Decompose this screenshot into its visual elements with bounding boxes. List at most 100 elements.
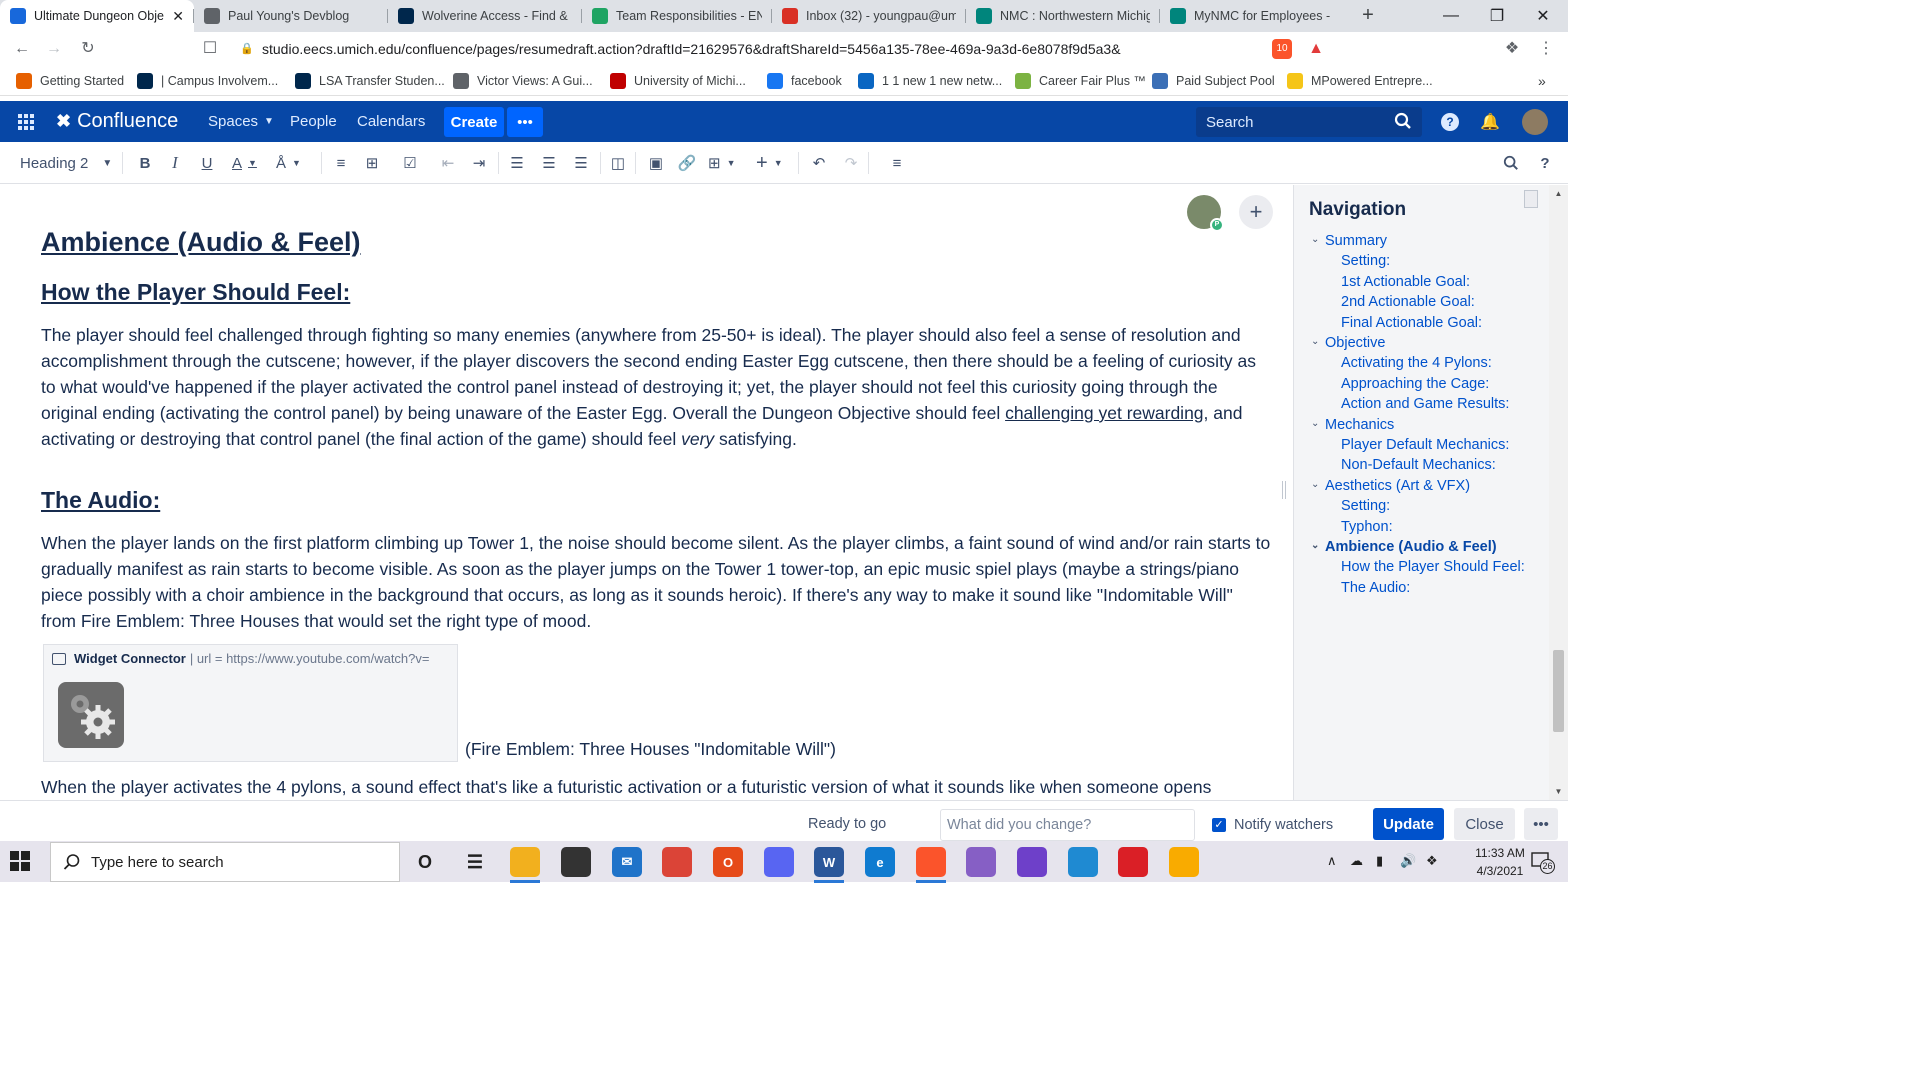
github-icon[interactable] — [1017, 847, 1047, 877]
change-comment-input[interactable]: What did you change? — [940, 809, 1195, 841]
scroll-thumb[interactable] — [1553, 650, 1564, 732]
bookmark-item[interactable]: Victor Views: A Gui... — [453, 72, 593, 90]
nav-link[interactable]: Action and Game Results: — [1341, 396, 1509, 412]
task-view-icon[interactable]: ☰ — [460, 847, 490, 877]
bookmark-item[interactable]: University of Michi... — [610, 72, 746, 90]
bookmark-item[interactable]: LSA Transfer Studen... — [295, 72, 445, 90]
nav-link[interactable]: ⌄ Summary — [1311, 233, 1387, 249]
nav-link[interactable]: Non-Default Mechanics: — [1341, 457, 1496, 473]
notify-watchers-checkbox[interactable]: ✓ Notify watchers — [1212, 815, 1333, 835]
minimize-button[interactable]: — — [1428, 0, 1474, 32]
task-list-icon[interactable]: ☑ — [399, 151, 421, 175]
find-replace-icon[interactable] — [1500, 151, 1522, 175]
word-icon[interactable]: W — [814, 847, 844, 883]
help-icon[interactable]: ? — [1441, 101, 1459, 142]
dropbox-icon[interactable]: ❖ — [1426, 853, 1438, 869]
bookmark-item[interactable]: | Campus Involvem... — [137, 72, 278, 90]
chrome-icon[interactable] — [662, 847, 692, 877]
cortana-icon[interactable]: O — [410, 847, 440, 877]
extensions-icon[interactable]: ❖ — [1502, 39, 1522, 59]
outdent-icon[interactable]: ⇤ — [437, 151, 459, 175]
browser-tab[interactable]: Wolverine Access - Find & Fa — [388, 0, 582, 32]
close-tab-icon[interactable]: ✕ — [172, 8, 184, 25]
url-field[interactable]: 🔒 studio.eecs.umich.edu/confluence/pages… — [240, 37, 1260, 61]
office-icon[interactable]: O — [713, 847, 743, 877]
insert-image-icon[interactable]: ▣ — [645, 151, 667, 175]
bold-button[interactable]: B — [134, 151, 156, 175]
more-formatting-button[interactable]: Å ▼ — [276, 151, 301, 175]
bookmark-item[interactable]: Career Fair Plus ™ — [1015, 72, 1146, 90]
file-explorer-icon[interactable] — [510, 847, 540, 883]
align-left-icon[interactable]: ☰ — [506, 151, 528, 175]
chevron-down-icon[interactable]: ⌄ — [1311, 540, 1319, 551]
brave-icon[interactable] — [916, 847, 946, 883]
bookmark-item[interactable]: Getting Started — [16, 72, 124, 90]
close-button[interactable]: Close — [1454, 808, 1515, 840]
reload-button[interactable]: ↻ — [76, 38, 100, 60]
mail-icon[interactable]: ✉ — [612, 847, 642, 877]
navigation-panel-handle[interactable] — [1524, 190, 1538, 208]
browser-tab[interactable]: Paul Young's Devblog — [194, 0, 388, 32]
create-more-button[interactable]: ••• — [507, 107, 543, 137]
store-icon[interactable] — [561, 847, 591, 877]
window-close-button[interactable]: ✕ — [1520, 0, 1566, 32]
nav-link[interactable]: ⌄ Ambience (Audio & Feel) — [1311, 539, 1497, 555]
app-switcher-icon[interactable] — [18, 101, 40, 142]
chevron-down-icon[interactable]: ⌄ — [1311, 336, 1319, 347]
nav-link[interactable]: 2nd Actionable Goal: — [1341, 294, 1475, 310]
collaborator-avatar[interactable]: P — [1187, 195, 1224, 232]
numbered-list-icon[interactable]: ⊞ — [361, 151, 383, 175]
nav-link[interactable]: Setting: — [1341, 253, 1390, 269]
undo-icon[interactable]: ↶ — [808, 151, 830, 175]
page-layout-icon[interactable]: ◫ — [607, 151, 629, 175]
user-avatar[interactable] — [1522, 101, 1548, 142]
volume-icon[interactable]: 🔊 — [1400, 853, 1416, 869]
nav-link[interactable]: Approaching the Cage: — [1341, 376, 1489, 392]
nav-link[interactable]: ⌄ Objective — [1311, 335, 1385, 351]
editor-help-icon[interactable]: ? — [1534, 151, 1556, 175]
action-center-icon[interactable]: 26 — [1530, 850, 1555, 874]
windows-start-icon[interactable] — [10, 851, 32, 873]
page-outline-icon[interactable]: ≡ — [886, 151, 908, 175]
redo-icon[interactable]: ↷ — [840, 151, 862, 175]
align-center-icon[interactable]: ☰ — [538, 151, 560, 175]
browser-tab[interactable]: MyNMC for Employees - Ho — [1160, 0, 1344, 32]
new-tab-button[interactable]: + — [1356, 4, 1380, 28]
nav-link[interactable]: Activating the 4 Pylons: — [1341, 355, 1492, 371]
text-color-button[interactable]: A ▼ — [232, 151, 257, 175]
nav-link[interactable]: Setting: — [1341, 498, 1390, 514]
insert-table-icon[interactable]: ⊞ ▼ — [708, 151, 736, 175]
maximize-button[interactable]: ❐ — [1474, 0, 1520, 32]
browser-tab[interactable]: Ultimate Dungeon Obje ✕ — [0, 0, 194, 32]
scroll-down-icon[interactable]: ▼ — [1553, 787, 1564, 796]
nav-spaces[interactable]: Spaces ▼ — [208, 101, 274, 142]
panel-resize-handle[interactable] — [1282, 481, 1286, 499]
bookmark-icon[interactable]: ☐ — [198, 38, 222, 60]
nav-calendars[interactable]: Calendars — [357, 101, 425, 142]
brave-rewards-icon[interactable]: ▲ — [1306, 39, 1326, 59]
bookmark-item[interactable]: MPowered Entrepre... — [1287, 72, 1433, 90]
taskbar-search-input[interactable]: Type here to search — [50, 842, 400, 882]
insert-more-icon[interactable]: + ▼ — [756, 151, 783, 175]
battery-icon[interactable]: ▮ — [1376, 853, 1383, 869]
indent-icon[interactable]: ⇥ — [468, 151, 490, 175]
insert-link-icon[interactable]: 🔗 — [676, 151, 698, 175]
browser-tab[interactable]: Inbox (32) - youngpau@umi — [772, 0, 966, 32]
nav-link[interactable]: ⌄ Aesthetics (Art & VFX) — [1311, 478, 1470, 494]
widget-connector-macro[interactable]: Widget Connector | url = https://www.you… — [43, 644, 458, 762]
chevron-down-icon[interactable]: ⌄ — [1311, 418, 1319, 429]
nav-link[interactable]: ⌄ Mechanics — [1311, 417, 1394, 433]
back-button[interactable]: ← — [10, 38, 34, 60]
vscode-icon[interactable] — [1068, 847, 1098, 877]
onedrive-icon[interactable]: ☁ — [1350, 853, 1363, 869]
edge-icon[interactable]: e — [865, 847, 895, 877]
nav-link[interactable]: Final Actionable Goal: — [1341, 315, 1482, 331]
confluence-logo[interactable]: ✖ Confluence — [56, 101, 178, 142]
bookmark-item[interactable]: Paid Subject Pool — [1152, 72, 1275, 90]
taskbar-clock[interactable]: 11:33 AM 4/3/2021 — [1470, 844, 1530, 880]
bookmark-item[interactable]: facebook — [767, 72, 842, 90]
nav-link[interactable]: How the Player Should Feel: — [1341, 559, 1525, 575]
forward-button[interactable]: → — [42, 38, 66, 60]
nav-link[interactable]: Player Default Mechanics: — [1341, 437, 1509, 453]
browser-menu-icon[interactable]: ⋮ — [1536, 39, 1556, 59]
